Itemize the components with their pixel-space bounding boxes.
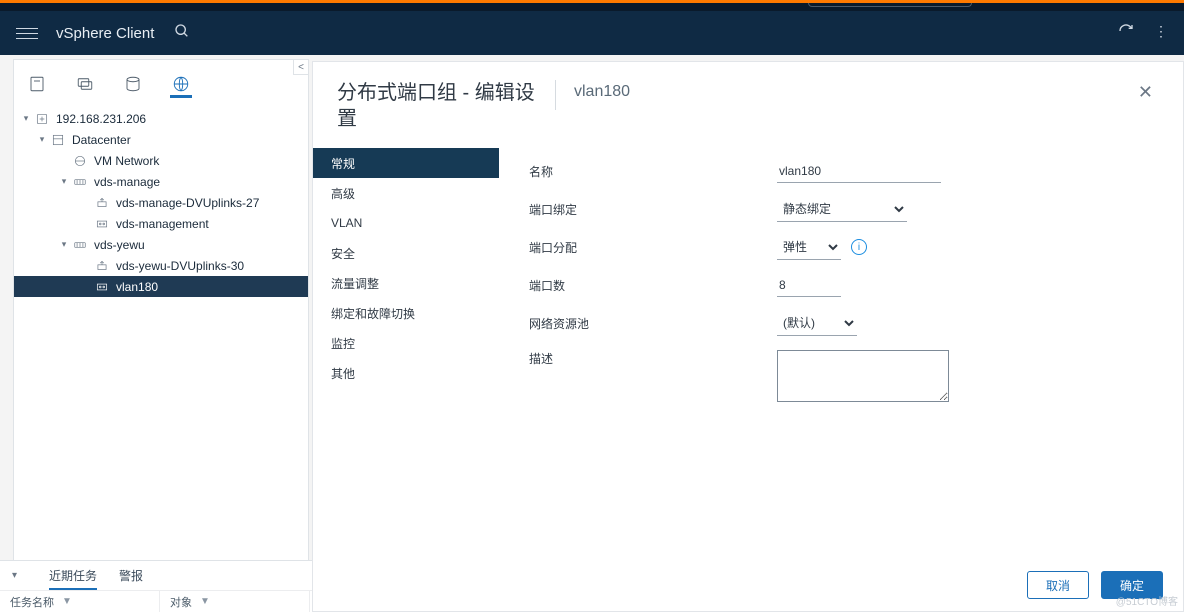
inventory-tree: ▾ 192.168.231.206 ▾ Datacenter VM Networ… [14, 98, 308, 611]
inventory-panel: < ▾ 192.168.231.206 ▾ Datacenter VM Netw… [13, 59, 309, 612]
app-header: vSphere Client ⋮ [0, 11, 1184, 55]
label-port-count: 端口数 [529, 277, 777, 294]
side-item-vlan[interactable]: VLAN [313, 208, 499, 238]
tree-vcenter[interactable]: ▾ 192.168.231.206 [14, 108, 308, 129]
menu-icon[interactable] [16, 28, 38, 39]
portgroup-icon [94, 216, 110, 232]
tree-vm-network[interactable]: VM Network [14, 150, 308, 171]
label-port-binding: 端口绑定 [529, 201, 777, 218]
watermark: @51CTO博客 [1116, 593, 1178, 608]
tree-label: VM Network [94, 154, 159, 168]
refresh-icon[interactable] [1118, 23, 1134, 44]
tree-label: Datacenter [72, 133, 131, 147]
side-item-monitoring[interactable]: 监控 [313, 328, 499, 358]
help-icon[interactable]: ⋮ [1154, 23, 1168, 44]
label-description: 描述 [529, 350, 777, 367]
dialog-title: 分布式端口组 - 编辑设置 [337, 80, 537, 132]
chevron-down-icon[interactable]: ▾ [12, 570, 17, 581]
tree-label: vds-yewu [94, 238, 145, 252]
tree-vds-yewu-uplinks[interactable]: vds-yewu-DVUplinks-30 [14, 255, 308, 276]
tree-vds-manage[interactable]: ▾ vds-manage [14, 171, 308, 192]
search-icon[interactable] [174, 23, 190, 43]
col-object: 对象 [170, 594, 192, 610]
chevron-down-icon[interactable]: ▾ [58, 176, 70, 187]
select-resource-pool[interactable]: (默认) [777, 311, 857, 336]
chevron-down-icon[interactable]: ▾ [58, 239, 70, 250]
tree-vlan180[interactable]: vlan180 [14, 276, 308, 297]
tree-label: 192.168.231.206 [56, 112, 146, 126]
label-resource-pool: 网络资源池 [529, 315, 777, 332]
label-port-alloc: 端口分配 [529, 239, 777, 256]
dvswitch-icon [72, 174, 88, 190]
dialog-context: vlan180 [574, 80, 630, 101]
portgroup-icon [94, 279, 110, 295]
tree-label: vds-management [116, 217, 209, 231]
tab-alarms[interactable]: 警报 [119, 567, 143, 584]
select-port-binding[interactable]: 静态绑定 [777, 197, 907, 222]
tree-label: vds-yewu-DVUplinks-30 [116, 259, 244, 273]
chevron-down-icon[interactable]: ▾ [20, 113, 32, 124]
storage-tab-icon[interactable] [122, 76, 144, 98]
uplink-icon [94, 258, 110, 274]
label-name: 名称 [529, 163, 777, 180]
uplink-icon [94, 195, 110, 211]
dvswitch-icon [72, 237, 88, 253]
filter-icon[interactable]: ▼ [200, 596, 210, 607]
dialog-side-nav: 常规 高级 VLAN 安全 流量调整 绑定和故障切换 监控 其他 [313, 142, 499, 559]
input-port-count[interactable] [777, 274, 841, 297]
select-port-alloc[interactable]: 弹性 [777, 235, 841, 260]
datacenter-icon [50, 132, 66, 148]
tree-vds-yewu[interactable]: ▾ vds-yewu [14, 234, 308, 255]
chevron-down-icon[interactable]: ▾ [36, 134, 48, 145]
tree-datacenter[interactable]: ▾ Datacenter [14, 129, 308, 150]
col-taskname: 任务名称 [10, 594, 54, 610]
tree-vds-manage-uplinks[interactable]: vds-manage-DVUplinks-27 [14, 192, 308, 213]
side-item-general[interactable]: 常规 [313, 148, 499, 178]
inventory-tabs [14, 60, 308, 98]
cancel-button[interactable]: 取消 [1027, 571, 1089, 599]
info-icon[interactable]: i [851, 239, 867, 255]
app-title: vSphere Client [56, 25, 154, 42]
panel-collapse-button[interactable]: < [293, 59, 309, 75]
tab-recent-tasks[interactable]: 近期任务 [49, 567, 97, 590]
edit-portgroup-dialog: 分布式端口组 - 编辑设置 vlan180 ✕ 常规 高级 VLAN 安全 流量… [312, 61, 1184, 612]
tree-label: vlan180 [116, 280, 158, 294]
dialog-form: 名称 端口绑定 静态绑定 端口分配 [499, 142, 1183, 559]
side-item-teaming[interactable]: 绑定和故障切换 [313, 298, 499, 328]
side-item-advanced[interactable]: 高级 [313, 178, 499, 208]
input-name[interactable] [777, 160, 941, 183]
filter-icon[interactable]: ▼ [62, 596, 72, 607]
network-icon [72, 153, 88, 169]
textarea-description[interactable] [777, 350, 949, 402]
vms-tab-icon[interactable] [74, 76, 96, 98]
side-item-misc[interactable]: 其他 [313, 358, 499, 388]
networking-tab-icon[interactable] [170, 76, 192, 98]
side-item-security[interactable]: 安全 [313, 238, 499, 268]
close-icon[interactable]: ✕ [1132, 80, 1159, 105]
hosts-tab-icon[interactable] [26, 76, 48, 98]
tree-label: vds-manage [94, 175, 160, 189]
tree-label: vds-manage-DVUplinks-27 [116, 196, 259, 210]
tree-vds-management[interactable]: vds-management [14, 213, 308, 234]
side-item-traffic[interactable]: 流量调整 [313, 268, 499, 298]
vcenter-icon [34, 111, 50, 127]
